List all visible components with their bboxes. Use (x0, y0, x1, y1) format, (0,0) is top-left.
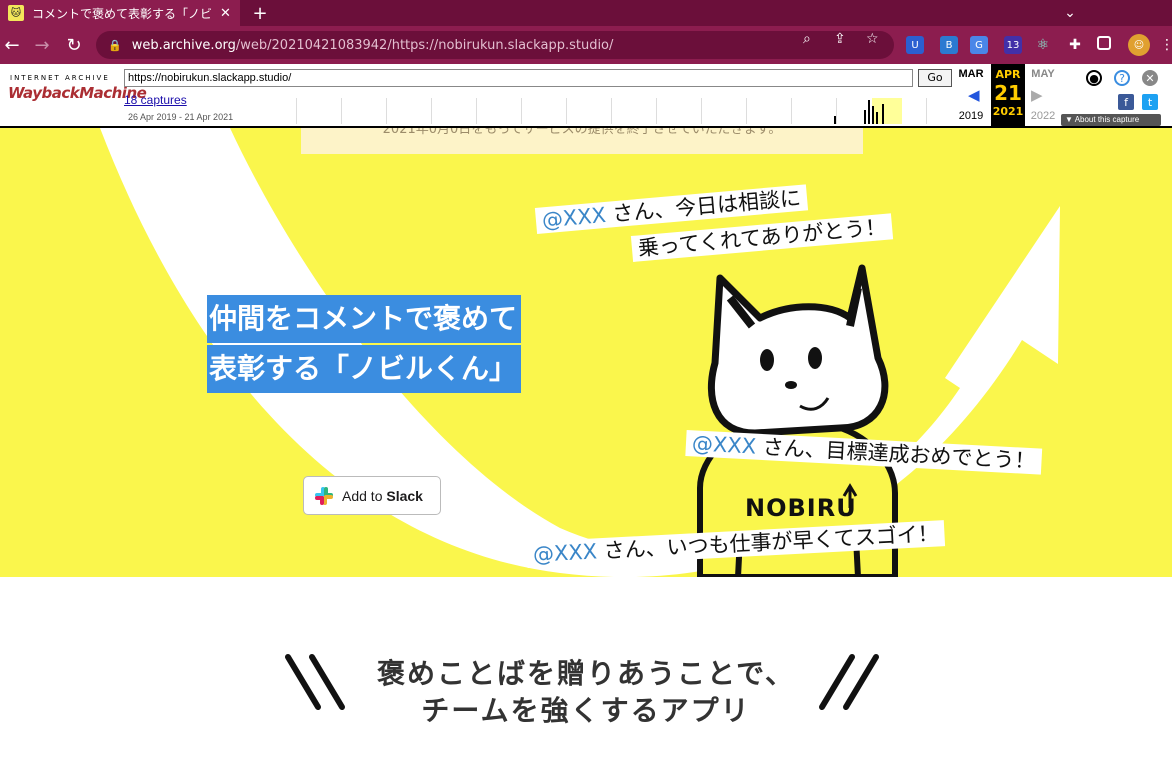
hero-decoration (100, 128, 1060, 577)
bubble-mention: @XXX (540, 202, 607, 233)
wayback-prev-month[interactable]: MAR (955, 68, 987, 80)
back-icon[interactable]: ← (0, 33, 24, 57)
facebook-icon[interactable]: f (1118, 94, 1134, 110)
wayback-next-arrow-icon[interactable]: ▶ (1031, 86, 1043, 104)
wayback-about-capture[interactable]: ▼ About this capture (1061, 114, 1161, 126)
translate-icon[interactable]: G (970, 36, 988, 54)
wayback-prev-year[interactable]: 2019 (955, 110, 987, 122)
reload-icon[interactable]: ↻ (62, 33, 86, 57)
browser-toolbar: ← → ↻ 🔒 web.archive.org/web/202104210839… (0, 26, 1172, 64)
current-month: APR (995, 68, 1021, 81)
tagline-line1: 褒めことばを贈りあうことで、 (376, 657, 796, 690)
wayback-help-icon[interactable]: ? (1114, 70, 1130, 86)
add-to-slack-label: Add to Slack (342, 487, 423, 504)
wayback-go-button[interactable]: Go (918, 69, 952, 87)
hero-headline-line1: 仲間をコメントで褒めて (207, 295, 522, 343)
extension-bookmark-icon[interactable]: B (940, 36, 958, 54)
tab-close-icon[interactable]: ✕ (220, 6, 231, 21)
mascot-nose (785, 381, 797, 389)
site-favicon-icon: 🐱 (8, 5, 24, 21)
lock-icon: 🔒 (108, 38, 122, 52)
wayback-current-capture: APR 21 2021 (991, 64, 1025, 126)
hero-section: 2021年0月0日をもってサービスの提供を終了させていただきます。 仲間をコメン… (0, 128, 1172, 577)
wayback-logo-caption: INTERNET ARCHIVE (10, 74, 110, 82)
forward-icon[interactable]: → (30, 33, 54, 57)
tab-title: コメントで褒めて表彰する「ノビルくん」 (32, 6, 212, 21)
wayback-capture-sparkline[interactable] (252, 98, 952, 124)
sparkline-bar (872, 106, 874, 124)
wayback-toolbar: INTERNET ARCHIVE WaybackMachine https://… (0, 64, 1172, 128)
side-panel-icon[interactable] (1097, 36, 1111, 50)
extension-shield-icon[interactable]: U (906, 36, 924, 54)
new-tab-icon[interactable]: + (250, 0, 270, 26)
browser-tab[interactable]: 🐱 コメントで褒めて表彰する「ノビルくん」 ✕ (0, 0, 240, 26)
wayback-captures-link[interactable]: 18 captures (124, 93, 187, 107)
address-url[interactable]: web.archive.org/web/20210421083942/https… (132, 38, 614, 53)
browser-tab-bar: 🐱 コメントで褒めて表彰する「ノビルくん」 ✕ + ⌄ (0, 0, 1172, 26)
window-caret-icon[interactable]: ⌄ (1050, 0, 1090, 26)
sparkline-bar (882, 104, 884, 124)
share-icon[interactable]: ⇪ (834, 31, 846, 47)
menu-icon[interactable]: ⋮ (1158, 36, 1172, 54)
sparkline-bar (864, 110, 866, 124)
sparkline-bar (876, 112, 878, 124)
wayback-logo[interactable]: WaybackMachine (8, 84, 147, 110)
tagline-section: 褒めことばを贈りあうことで、 チームを強くするアプリ (0, 577, 1172, 759)
bookmark-star-icon[interactable]: ☆ (866, 31, 879, 47)
wayback-next-year[interactable]: 2022 (1027, 110, 1059, 122)
tagline-line2: チームを強くするアプリ (421, 694, 751, 727)
current-day: 21 (994, 81, 1022, 105)
wayback-close-icon[interactable]: ✕ (1142, 70, 1158, 86)
wayback-next-month[interactable]: MAY (1027, 68, 1059, 80)
current-year: 2021 (992, 105, 1024, 118)
bubble-mention: @XXX (691, 431, 757, 459)
search-icon[interactable]: ⌕ (803, 31, 811, 47)
slack-logo-icon (314, 486, 334, 506)
react-icon[interactable]: ⚛ (1034, 36, 1052, 54)
extensions-puzzle-icon[interactable]: ✚ (1066, 36, 1084, 54)
add-to-slack-button[interactable]: Add to Slack (303, 476, 441, 515)
address-bar[interactable]: 🔒 web.archive.org/web/20210421083942/htt… (96, 31, 894, 59)
mascot-shirt-text: NOBIRU (745, 494, 857, 522)
bubble-mention: @XXX (532, 539, 598, 567)
extension-badge-icon[interactable]: 13 (1004, 36, 1022, 54)
profile-avatar[interactable]: ☺ (1128, 34, 1150, 56)
wayback-prev-arrow-icon[interactable]: ◀ (968, 86, 980, 104)
mascot-eye (808, 347, 822, 369)
wayback-url-input[interactable]: https://nobirukun.slackapp.studio/ (124, 69, 913, 87)
hero-headline-line2: 表彰する「ノビルくん」 (207, 345, 522, 393)
twitter-icon[interactable]: t (1142, 94, 1158, 110)
shutdown-notice: 2021年0月0日をもってサービスの提供を終了させていただきます。 (301, 128, 863, 154)
mascot-eye (760, 349, 774, 371)
wayback-user-icon[interactable]: ● (1086, 70, 1102, 86)
wayback-date-range: 26 Apr 2019 - 21 Apr 2021 (128, 112, 234, 122)
sparkline-bar (834, 116, 836, 124)
sparkline-bar (868, 100, 870, 124)
